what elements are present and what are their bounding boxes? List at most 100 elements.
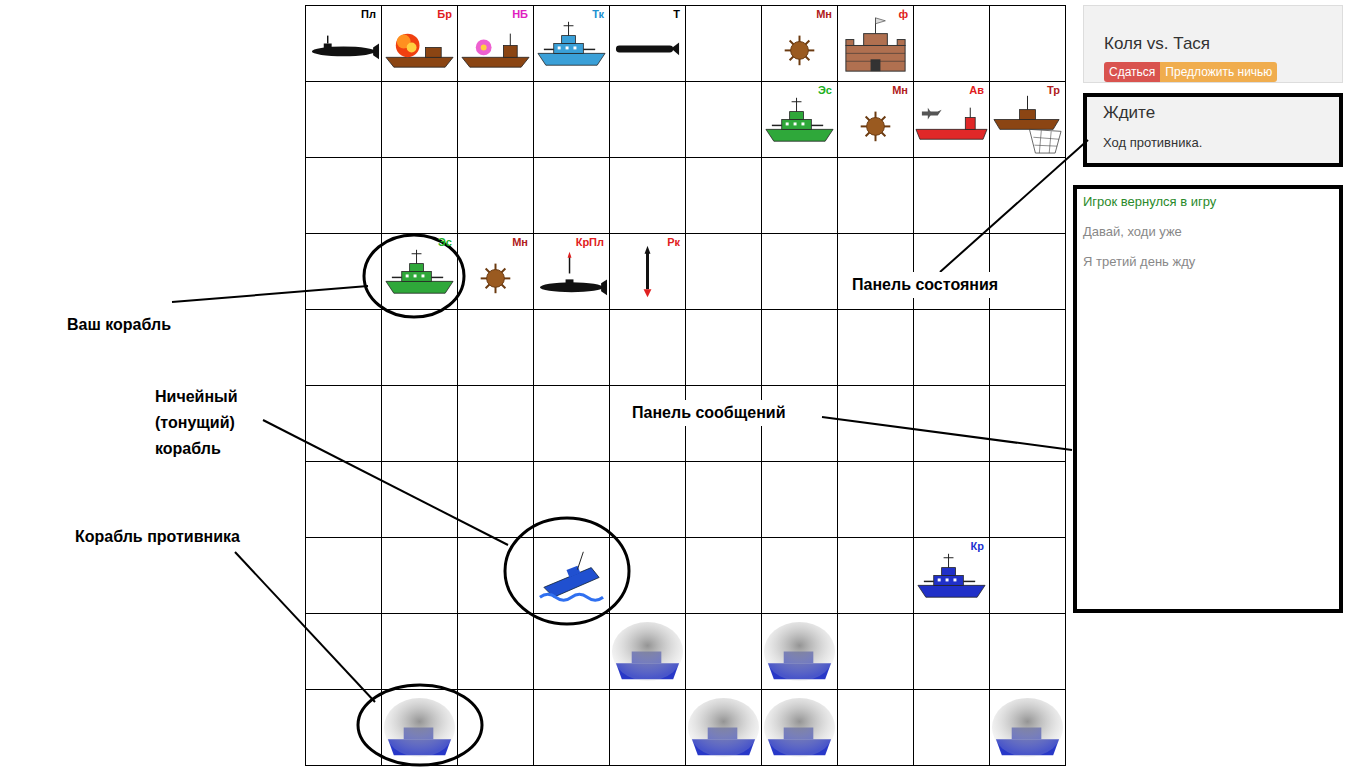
board-cell[interactable] xyxy=(306,614,382,690)
board-cell[interactable] xyxy=(762,234,838,310)
board-cell[interactable] xyxy=(990,6,1066,82)
board-cell[interactable] xyxy=(990,234,1066,310)
board-cell[interactable] xyxy=(762,462,838,538)
board-cell[interactable] xyxy=(838,310,914,386)
board-cell[interactable] xyxy=(306,386,382,462)
piece-cell[interactable]: Мн xyxy=(762,6,838,82)
board-cell[interactable] xyxy=(458,310,534,386)
board-cell[interactable] xyxy=(914,6,990,82)
board-cell[interactable] xyxy=(306,538,382,614)
piece-cell[interactable]: Пл xyxy=(306,6,382,82)
offer-draw-button[interactable]: Предложить ничью xyxy=(1160,62,1277,82)
board-cell[interactable] xyxy=(458,538,534,614)
board-cell[interactable] xyxy=(762,538,838,614)
board-cell[interactable] xyxy=(838,538,914,614)
board-cell[interactable] xyxy=(382,538,458,614)
board-cell[interactable] xyxy=(990,386,1066,462)
board-cell[interactable] xyxy=(686,614,762,690)
board-cell[interactable] xyxy=(990,614,1066,690)
board-cell[interactable] xyxy=(838,462,914,538)
piece-cell[interactable] xyxy=(610,614,686,690)
board-cell[interactable] xyxy=(610,538,686,614)
piece-cell[interactable]: Эс xyxy=(382,234,458,310)
piece-cell[interactable]: Мн xyxy=(458,234,534,310)
piece-cell[interactable] xyxy=(762,690,838,766)
board-cell[interactable] xyxy=(306,690,382,766)
board-cell[interactable] xyxy=(914,310,990,386)
piece-cell[interactable]: Эс xyxy=(762,82,838,158)
piece-cell[interactable]: Бр xyxy=(382,6,458,82)
board-cell[interactable] xyxy=(382,462,458,538)
piece-cell[interactable]: Тк xyxy=(534,6,610,82)
piece-cell[interactable]: Рк xyxy=(610,234,686,310)
board-cell[interactable] xyxy=(686,82,762,158)
board-cell[interactable] xyxy=(686,538,762,614)
piece-cell[interactable]: КрПл xyxy=(534,234,610,310)
board-cell[interactable] xyxy=(686,6,762,82)
board-cell[interactable] xyxy=(914,614,990,690)
board-cell[interactable] xyxy=(914,690,990,766)
board-cell[interactable] xyxy=(306,158,382,234)
piece-cell[interactable]: Ав xyxy=(914,82,990,158)
board-cell[interactable] xyxy=(610,690,686,766)
board-cell[interactable] xyxy=(838,614,914,690)
piece-cell[interactable] xyxy=(762,614,838,690)
piece-cell[interactable]: Кр xyxy=(914,538,990,614)
piece-cell[interactable]: Т xyxy=(610,6,686,82)
board-cell[interactable] xyxy=(534,614,610,690)
surrender-button[interactable]: Сдаться xyxy=(1104,62,1160,82)
piece-cell[interactable]: Тр xyxy=(990,82,1066,158)
board-cell[interactable] xyxy=(382,386,458,462)
board-cell[interactable] xyxy=(382,158,458,234)
board-cell[interactable] xyxy=(306,82,382,158)
message: Давай, ходи уже xyxy=(1083,223,1333,241)
board-cell[interactable] xyxy=(990,158,1066,234)
piece-cell[interactable] xyxy=(382,690,458,766)
piece-label: Рк xyxy=(667,237,680,248)
board-cell[interactable] xyxy=(686,158,762,234)
board-cell[interactable] xyxy=(306,310,382,386)
board-cell[interactable] xyxy=(838,158,914,234)
board-cell[interactable] xyxy=(306,234,382,310)
board-cell[interactable] xyxy=(686,310,762,386)
board-cell[interactable] xyxy=(914,158,990,234)
board-cell[interactable] xyxy=(306,462,382,538)
board-cell[interactable] xyxy=(762,158,838,234)
board-cell[interactable] xyxy=(458,690,534,766)
board-cell[interactable] xyxy=(914,386,990,462)
board-cell[interactable] xyxy=(534,690,610,766)
board-cell[interactable] xyxy=(458,462,534,538)
board-cell[interactable] xyxy=(458,386,534,462)
board-cell[interactable] xyxy=(534,82,610,158)
piece-cell[interactable]: НБ xyxy=(458,6,534,82)
board-cell[interactable] xyxy=(458,158,534,234)
board-cell[interactable] xyxy=(686,462,762,538)
board-cell[interactable] xyxy=(610,158,686,234)
board-cell[interactable] xyxy=(534,386,610,462)
board-cell[interactable] xyxy=(838,690,914,766)
piece-cell[interactable]: Мн xyxy=(838,82,914,158)
board-cell[interactable] xyxy=(762,310,838,386)
board-cell[interactable] xyxy=(458,82,534,158)
board-cell[interactable] xyxy=(990,310,1066,386)
board-cell[interactable] xyxy=(610,82,686,158)
board-cell[interactable] xyxy=(914,462,990,538)
piece-cell[interactable] xyxy=(990,690,1066,766)
board-cell[interactable] xyxy=(382,614,458,690)
board-cell[interactable] xyxy=(838,386,914,462)
piece-cell[interactable] xyxy=(686,690,762,766)
board-cell[interactable] xyxy=(610,310,686,386)
board-cell[interactable] xyxy=(610,462,686,538)
board-cell[interactable] xyxy=(534,462,610,538)
piece-cell[interactable]: ф xyxy=(838,6,914,82)
board-cell[interactable] xyxy=(990,462,1066,538)
board-cell[interactable] xyxy=(686,234,762,310)
piece-cell[interactable] xyxy=(534,538,610,614)
board-cell[interactable] xyxy=(382,310,458,386)
board-cell[interactable] xyxy=(990,538,1066,614)
hidden-enemy-ship-icon xyxy=(990,690,1065,765)
board-cell[interactable] xyxy=(382,82,458,158)
board-cell[interactable] xyxy=(458,614,534,690)
board-cell[interactable] xyxy=(534,310,610,386)
board-cell[interactable] xyxy=(534,158,610,234)
